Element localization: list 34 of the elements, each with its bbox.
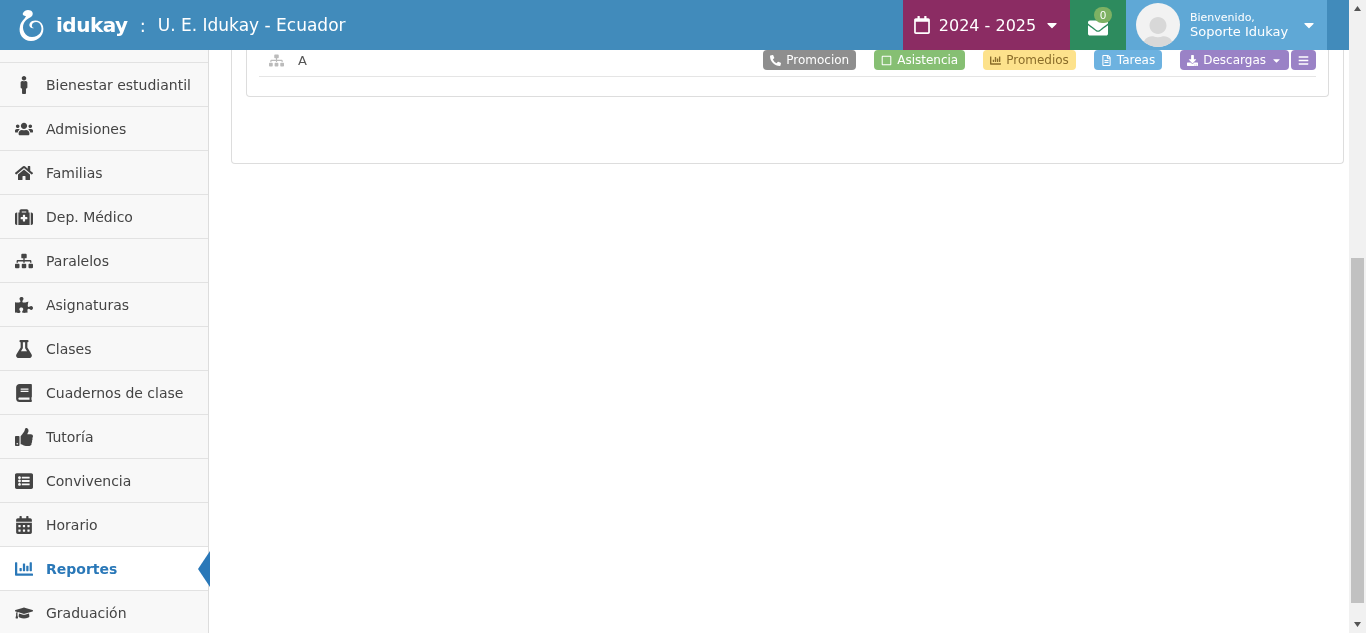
scrollbar[interactable]	[1349, 0, 1366, 633]
sidebar-item[interactable]: Reportes	[0, 547, 208, 591]
envelope-icon	[1088, 18, 1108, 38]
menu-icon	[1298, 54, 1309, 66]
menu-button[interactable]	[1291, 50, 1316, 70]
logo-icon	[18, 8, 46, 42]
sitemap-icon	[269, 52, 284, 68]
action-icon	[881, 54, 893, 66]
menu-icon	[15, 163, 33, 182]
menu-icon	[15, 471, 33, 490]
menu-icon	[15, 515, 33, 534]
active-pointer	[196, 551, 210, 587]
brand-name: idukay	[56, 13, 128, 37]
action-button[interactable]: Promedios	[983, 50, 1076, 70]
action-icon	[1187, 54, 1199, 66]
separator: :	[139, 14, 146, 36]
user-name: Soporte Idukay	[1190, 24, 1289, 39]
avatar	[1136, 3, 1180, 47]
menu-icon	[15, 339, 33, 358]
menu-icon	[15, 207, 33, 226]
menu-icon	[15, 295, 33, 314]
menu-icon	[15, 559, 33, 578]
year-selector[interactable]: 2024 - 2025	[903, 0, 1070, 50]
message-count: 0	[1093, 7, 1112, 23]
action-icon	[770, 54, 782, 66]
menu-icon	[15, 427, 33, 446]
menu-icon	[15, 251, 33, 270]
action-icon	[1100, 54, 1112, 66]
greeting: Bienvenido,	[1190, 11, 1255, 24]
row-label: A	[298, 52, 307, 68]
school-name: U. E. Idukay - Ecuador	[157, 15, 346, 35]
calendar-icon	[912, 16, 931, 34]
menu-icon	[15, 383, 33, 402]
action-icon	[990, 54, 1002, 66]
